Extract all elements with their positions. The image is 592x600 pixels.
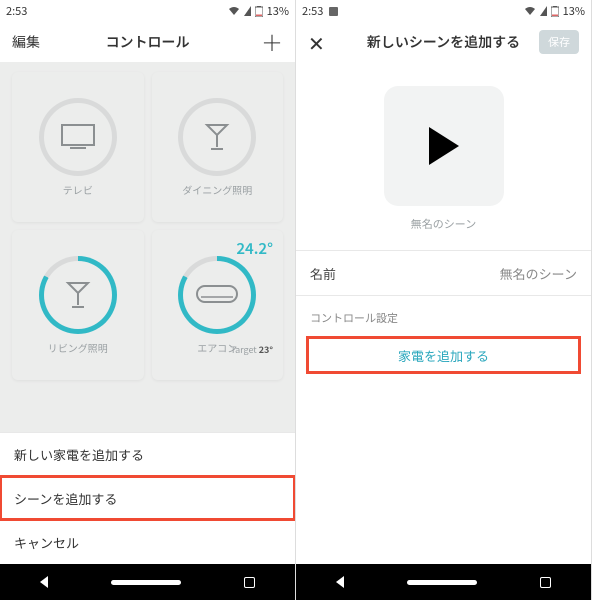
notification-icon [329,7,338,16]
tile-tv-label: テレビ [63,182,93,197]
plus-icon[interactable]: ＋ [261,26,283,58]
battery-icon [255,6,263,17]
tile-grid: テレビ ダイニング照明 [0,62,295,380]
nav-recent-icon[interactable] [540,577,551,588]
nav-recent-icon[interactable] [244,577,255,588]
scene-caption: 無名のシーン [411,216,476,232]
signal-icon [244,6,251,16]
control-body: テレビ ダイニング照明 [0,62,295,564]
status-battery: 13% [563,3,585,19]
status-time: 2:53 [302,3,323,19]
app-header: ✕ 新しいシーンを追加する 保存 [296,22,591,62]
scene-preview[interactable] [384,86,504,206]
sheet-add-scene[interactable]: シーンを追加する [0,476,295,520]
lamp-icon [203,121,231,153]
phone-left: 2:53 13% 編集 コントロール ＋ [0,0,296,600]
status-bar: 2:53 13% [0,0,295,22]
page-title: コントロール [106,32,190,52]
dining-ring [178,98,256,176]
aircon-icon [195,284,239,306]
tile-dining-light[interactable]: ダイニング照明 [152,72,284,222]
android-navbar [296,564,591,600]
close-icon[interactable]: ✕ [308,28,325,57]
nav-home-pill[interactable] [407,580,477,585]
scene-preview-wrap: 無名のシーン [296,62,591,250]
aircon-target: Target 23° [230,343,273,356]
nav-back-icon[interactable] [336,576,344,588]
app-header: 編集 コントロール ＋ [0,22,295,62]
save-button[interactable]: 保存 [539,30,579,54]
scene-body: 無名のシーン 名前 無名のシーン コントロール設定 家電を追加する [296,62,591,564]
nav-home-pill[interactable] [111,580,181,585]
tile-living-label: リビング照明 [48,340,108,355]
aircon-ring [178,256,256,334]
tv-icon [60,123,96,151]
add-appliance-button[interactable]: 家電を追加する [306,336,581,374]
wifi-icon [524,6,536,16]
status-bar: 2:53 13% [296,0,591,22]
lamp-icon [64,279,92,311]
tile-aircon[interactable]: 24.2° Target 23° エアコン [152,230,284,380]
android-navbar [0,564,295,600]
status-time: 2:53 [6,3,27,19]
section-control-settings: コントロール設定 [296,296,591,332]
tile-living-light[interactable]: リビング照明 [12,230,144,380]
phone-right: 2:53 13% ✕ 新しいシーンを追加する 保存 無名のシーン 名前 [296,0,592,600]
nav-back-icon[interactable] [40,576,48,588]
bottom-sheet: 新しい家電を追加する シーンを追加する キャンセル [0,432,295,564]
status-battery: 13% [267,3,289,19]
tile-tv[interactable]: テレビ [12,72,144,222]
field-name-value: 無名のシーン [500,264,577,283]
page-title: 新しいシーンを追加する [367,32,520,52]
play-icon [429,127,459,165]
tv-ring [39,98,117,176]
field-name-label: 名前 [310,264,336,283]
battery-icon [551,6,559,17]
sheet-add-appliance[interactable]: 新しい家電を追加する [0,432,295,476]
tile-dining-label: ダイニング照明 [182,182,252,197]
sheet-cancel[interactable]: キャンセル [0,520,295,564]
signal-icon [540,6,547,16]
wifi-icon [228,6,240,16]
aircon-temp: 24.2° [236,238,273,259]
field-name[interactable]: 名前 無名のシーン [296,250,591,296]
living-ring [39,256,117,334]
edit-button[interactable]: 編集 [12,32,60,52]
